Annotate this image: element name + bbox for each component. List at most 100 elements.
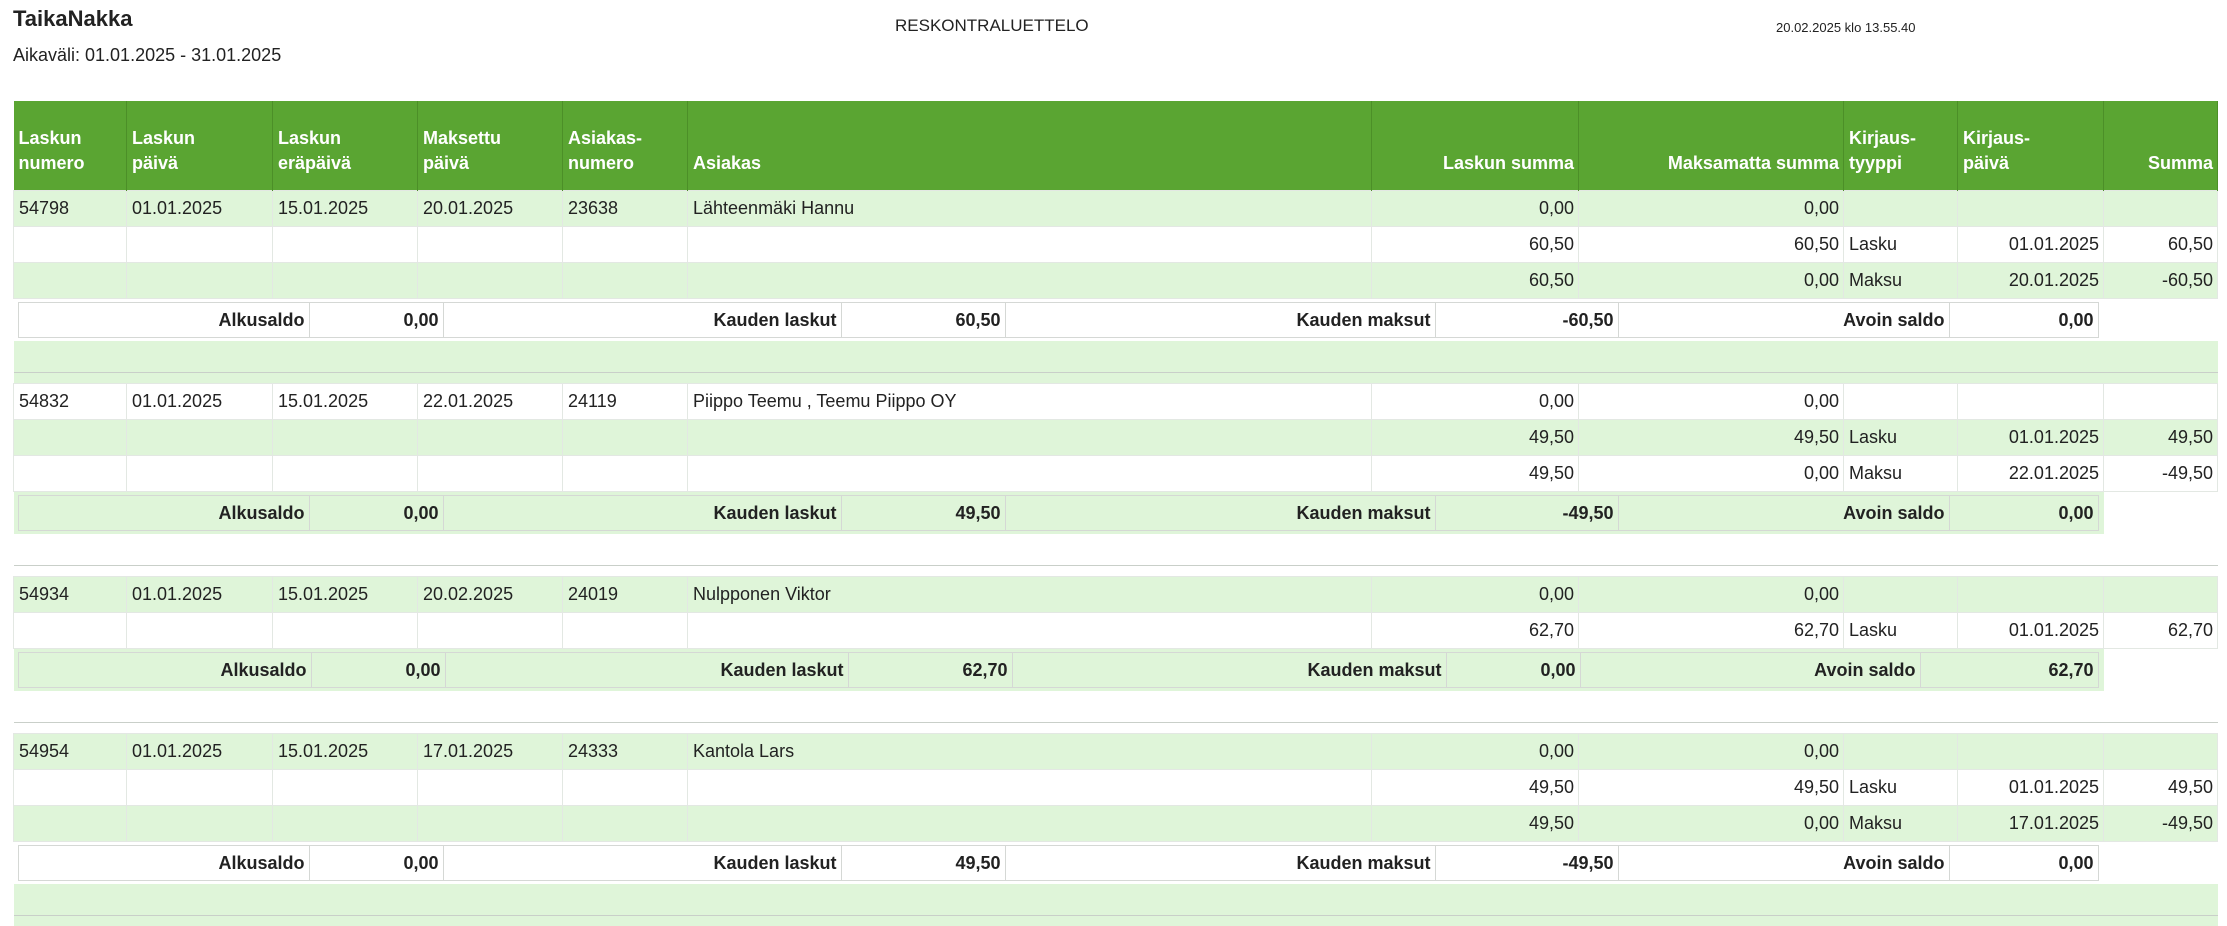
invoice-amount: 0,00 [1371, 733, 1579, 770]
invoice-row: 54934 01.01.2025 15.01.2025 20.02.2025 2… [13, 576, 2218, 613]
entry-row: 60,50 60,50 Lasku 01.01.2025 60,50 [13, 226, 2218, 263]
start-balance-label: Alkusaldo [17, 302, 310, 338]
customer-number: 24119 [562, 383, 688, 420]
customer-number: 23638 [562, 190, 688, 227]
col-invoice-amount: Laskun summa [1371, 101, 1579, 191]
entry-date: 01.01.2025 [1957, 769, 2104, 806]
invoice-row: 54832 01.01.2025 15.01.2025 22.01.2025 2… [13, 383, 2218, 420]
entry-sum: 60,50 [2103, 226, 2218, 263]
start-balance-label: Alkusaldo [17, 652, 312, 688]
entry-amount: 60,50 [1371, 262, 1579, 299]
group-separator [13, 691, 2218, 734]
open-balance-label: Avoin saldo [1617, 845, 1950, 881]
entry-type: Lasku [1843, 419, 1958, 456]
period-invoices-label: Kauden laskut [442, 495, 842, 531]
col-paid-date: Maksettu päivä [417, 101, 563, 191]
period-invoices-label: Kauden laskut [442, 845, 842, 881]
due-date: 15.01.2025 [272, 733, 418, 770]
open-balance-label: Avoin saldo [1617, 302, 1950, 338]
customer-name: Kantola Lars [687, 733, 1372, 770]
col-invoice-number: Laskun numero [13, 101, 127, 191]
due-date: 15.01.2025 [272, 190, 418, 227]
period-payments-value: -49,50 [1434, 845, 1619, 881]
period-payments-label: Kauden maksut [1011, 652, 1447, 688]
entry-amount: 49,50 [1371, 455, 1579, 492]
entry-sum: 49,50 [2103, 769, 2218, 806]
entry-row: 60,50 0,00 Maksu 20.01.2025 -60,50 [13, 262, 2218, 299]
period-invoices-value: 60,50 [840, 302, 1006, 338]
col-customer-number: Asiakas-numero [562, 101, 688, 191]
start-balance-label: Alkusaldo [17, 845, 310, 881]
period-payments-label: Kauden maksut [1004, 845, 1436, 881]
start-balance-value: 0,00 [310, 652, 446, 688]
entry-amount: 60,50 [1371, 226, 1579, 263]
invoice-date: 01.01.2025 [126, 576, 273, 613]
invoice-row: 54954 01.01.2025 15.01.2025 17.01.2025 2… [13, 733, 2218, 770]
invoice-date: 01.01.2025 [126, 190, 273, 227]
entry-type: Lasku [1843, 226, 1958, 263]
invoice-row: 54798 01.01.2025 15.01.2025 20.01.2025 2… [13, 190, 2218, 227]
unpaid-amount: 0,00 [1578, 733, 1844, 770]
entry-date: 17.01.2025 [1957, 805, 2104, 842]
entry-type: Lasku [1843, 769, 1958, 806]
period-payments-value: -49,50 [1434, 495, 1619, 531]
unpaid-amount: 0,00 [1578, 190, 1844, 227]
period-invoices-value: 62,70 [847, 652, 1013, 688]
unpaid-amount: 0,00 [1578, 576, 1844, 613]
invoice-summary: Alkusaldo 0,00 Kauden laskut 60,50 Kaude… [17, 302, 2099, 338]
invoice-amount: 0,00 [1371, 576, 1579, 613]
paid-date: 17.01.2025 [417, 733, 563, 770]
col-entry-type: Kirjaus-tyyppi [1843, 101, 1958, 191]
entry-sum: -60,50 [2103, 262, 2218, 299]
start-balance-value: 0,00 [308, 302, 444, 338]
entry-sum: 62,70 [2103, 612, 2218, 649]
invoice-amount: 0,00 [1371, 383, 1579, 420]
col-due-date: Laskun eräpäivä [272, 101, 418, 191]
period-invoices-label: Kauden laskut [444, 652, 849, 688]
period-invoices-label: Kauden laskut [442, 302, 842, 338]
col-unpaid-amount: Maksamatta summa [1578, 101, 1844, 191]
entry-sum: -49,50 [2103, 455, 2218, 492]
report-period: Aikaväli: 01.01.2025 - 31.01.2025 [13, 45, 282, 65]
open-balance-value: 0,00 [1948, 845, 2099, 881]
paid-date: 22.01.2025 [417, 383, 563, 420]
open-balance-label: Avoin saldo [1617, 495, 1950, 531]
ledger-table: Laskun numero Laskun päivä Laskun eräpäivä … [13, 101, 2218, 926]
group-separator [13, 534, 2218, 577]
entry-type: Maksu [1843, 455, 1958, 492]
col-sum: Summa [2103, 101, 2218, 191]
customer-number: 24333 [562, 733, 688, 770]
print-timestamp: 20.02.2025 klo 13.55.40 [1776, 20, 1916, 35]
due-date: 15.01.2025 [272, 576, 418, 613]
group-separator [13, 341, 2218, 384]
entry-date: 01.01.2025 [1957, 226, 2104, 263]
entry-type: Lasku [1843, 612, 1958, 649]
start-balance-value: 0,00 [308, 845, 444, 881]
open-balance-value: 62,70 [1919, 652, 2099, 688]
start-balance-label: Alkusaldo [17, 495, 310, 531]
entry-unpaid: 62,70 [1578, 612, 1844, 649]
entry-row: 49,50 49,50 Lasku 01.01.2025 49,50 [13, 769, 2218, 806]
paid-date: 20.02.2025 [417, 576, 563, 613]
header-row: Laskun numero Laskun päivä Laskun eräpäivä … [13, 101, 2218, 191]
entry-date: 01.01.2025 [1957, 419, 2104, 456]
col-invoice-date: Laskun päivä [126, 101, 273, 191]
open-balance-value: 0,00 [1948, 302, 2099, 338]
customer-name: Nulpponen Viktor [687, 576, 1372, 613]
open-balance-label: Avoin saldo [1579, 652, 1921, 688]
entry-amount: 49,50 [1371, 805, 1579, 842]
due-date: 15.01.2025 [272, 383, 418, 420]
unpaid-amount: 0,00 [1578, 383, 1844, 420]
entry-date: 20.01.2025 [1957, 262, 2104, 299]
customer-name: Piippo Teemu , Teemu Piippo OY [687, 383, 1372, 420]
invoice-date: 01.01.2025 [126, 383, 273, 420]
invoice-number: 54832 [13, 383, 127, 420]
col-customer: Asiakas [687, 101, 1372, 191]
invoice-summary: Alkusaldo 0,00 Kauden laskut 62,70 Kaude… [17, 652, 2099, 688]
invoice-number: 54798 [13, 190, 127, 227]
period-invoices-value: 49,50 [840, 845, 1006, 881]
invoice-summary-row: Alkusaldo 0,00 Kauden laskut 49,50 Kaude… [13, 491, 2218, 534]
entry-date: 22.01.2025 [1957, 455, 2104, 492]
period-payments-value: -60,50 [1434, 302, 1619, 338]
paid-date: 20.01.2025 [417, 190, 563, 227]
